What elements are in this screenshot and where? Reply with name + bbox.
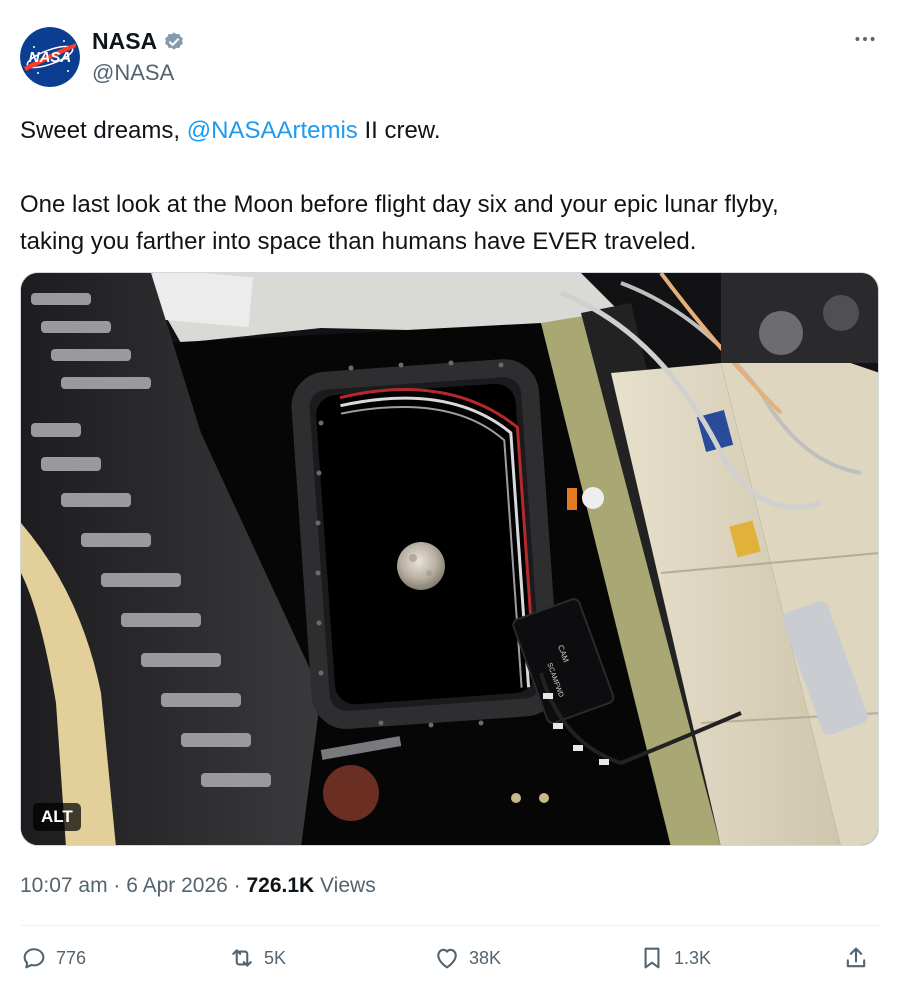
reply-count: 776: [56, 947, 87, 968]
reply-button[interactable]: 776: [20, 944, 86, 972]
tweet-card: NASA NASA @NASA Sweet dreams, @NASAArtem…: [0, 0, 900, 1003]
bookmark-icon: [644, 947, 660, 969]
author-name[interactable]: NASA: [92, 28, 157, 55]
divider: [20, 925, 880, 926]
views-label: Views: [314, 874, 376, 897]
more-horizontal-icon: [855, 37, 875, 41]
post-time[interactable]: 10:07 am: [20, 874, 108, 897]
svg-text:NASA: NASA: [29, 49, 72, 66]
post-date[interactable]: 6 Apr 2026: [126, 874, 228, 897]
share-button[interactable]: [842, 944, 870, 972]
moon: [397, 542, 445, 590]
post-line-1-prefix: Sweet dreams,: [20, 117, 187, 144]
post-meta: 10:07 am · 6 Apr 2026 · 726.1K Views: [20, 874, 376, 897]
nasa-logo-icon: NASA: [20, 27, 80, 87]
views-count: 726.1K: [246, 874, 315, 897]
repost-button[interactable]: 5K: [228, 944, 286, 972]
post-line-2: One last look at the Moon before flight …: [20, 191, 779, 218]
repost-count: 5K: [264, 947, 287, 968]
reply-icon: [23, 948, 45, 969]
alt-text-badge[interactable]: ALT: [33, 803, 81, 831]
author-name-row[interactable]: NASA: [92, 28, 185, 55]
more-options-button[interactable]: [852, 26, 878, 58]
avatar[interactable]: NASA: [20, 27, 80, 87]
post-line-1-suffix: II crew.: [357, 117, 441, 144]
action-bar: 776 5K 38K 1.3K: [20, 944, 880, 984]
verified-badge-icon: [165, 31, 184, 50]
spacecraft-window-photo: CAM SCAMFWD: [21, 273, 878, 845]
bookmark-button[interactable]: 1.3K: [638, 944, 711, 972]
like-button[interactable]: 38K: [433, 944, 501, 972]
author-handle[interactable]: @NASA: [92, 60, 174, 86]
mention-link[interactable]: @NASAArtemis: [187, 117, 358, 144]
post-line-3: taking you farther into space than human…: [20, 228, 697, 255]
share-icon: [846, 947, 866, 968]
bookmark-count: 1.3K: [674, 947, 712, 968]
repost-icon: [232, 949, 252, 967]
like-count: 38K: [469, 947, 502, 968]
heart-icon: [437, 948, 457, 969]
post-image[interactable]: CAM SCAMFWD ALT: [20, 272, 879, 846]
post-text: Sweet dreams, @NASAArtemis II crew. One …: [20, 112, 880, 260]
post-line-1: Sweet dreams, @NASAArtemis II crew.: [20, 112, 880, 149]
